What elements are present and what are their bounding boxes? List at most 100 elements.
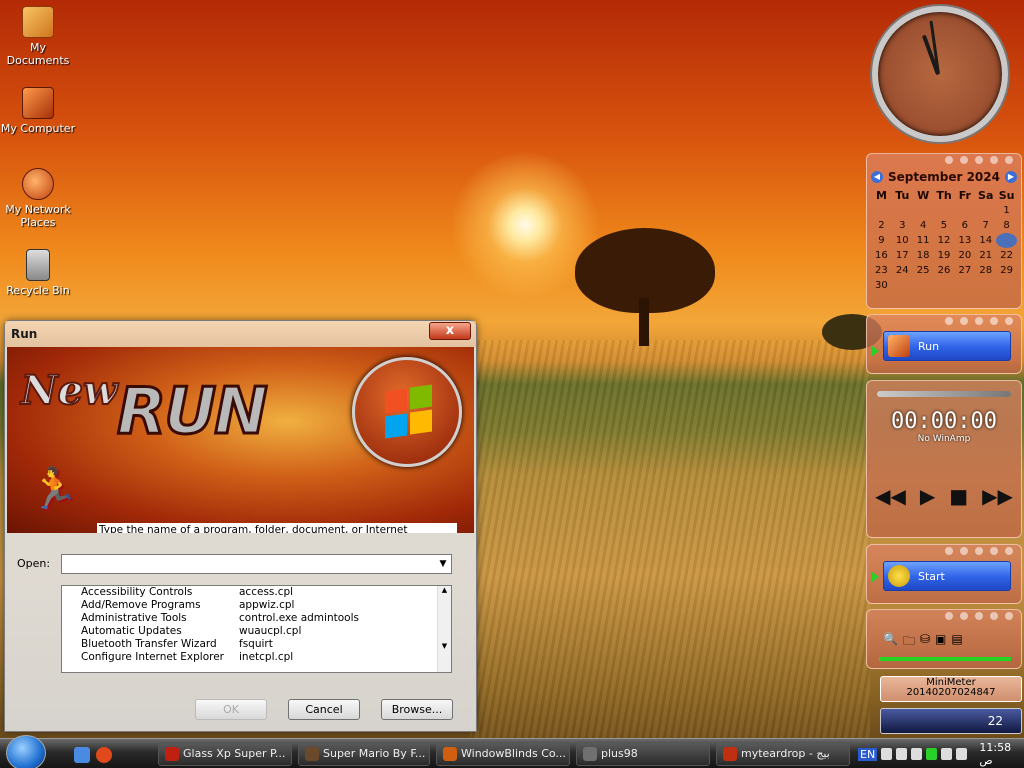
calendar-day[interactable]: 4 (913, 218, 934, 233)
list-item-name: Add/Remove Programs (81, 599, 201, 611)
taskbar-button[interactable]: Super Mario By F... (298, 742, 430, 766)
volume-icon[interactable] (956, 748, 968, 760)
calendar-day[interactable]: 30 (871, 278, 892, 293)
tray-icon[interactable] (941, 748, 953, 760)
calendar-day[interactable]: 5 (934, 218, 955, 233)
language-indicator[interactable]: EN (858, 747, 878, 761)
start-button[interactable] (6, 735, 46, 768)
calendar-day[interactable]: 29 (996, 263, 1017, 278)
desktop-icon-my-network-places[interactable]: My Network Places (0, 168, 76, 229)
calendar-day[interactable]: 24 (892, 263, 913, 278)
fast-forward-icon[interactable]: ▶▶ (982, 484, 1013, 508)
weekday-header: Fr (958, 189, 971, 202)
list-item[interactable]: Accessibility Controls access.cpl (62, 586, 451, 599)
start-launcher-button[interactable]: Start (883, 561, 1011, 591)
weekday-header: Tu (895, 189, 910, 202)
show-desktop-icon[interactable] (74, 747, 90, 763)
desktop-icon-my-computer[interactable]: My Computer (0, 87, 76, 135)
chevron-down-icon[interactable]: ▼ (435, 555, 451, 573)
browse-button[interactable]: Browse... (381, 699, 453, 720)
calendar-day[interactable]: 11 (913, 233, 934, 248)
list-item[interactable]: Administrative Tools control.exe admintoo… (62, 612, 451, 625)
calendar-day[interactable]: 22 (996, 248, 1017, 263)
command-list[interactable]: Accessibility Controls access.cpl Add/Remo… (61, 585, 452, 673)
open-label: Open: (17, 557, 51, 570)
calendar-day[interactable]: 14 (975, 233, 996, 248)
search-icon[interactable]: 🔍 (883, 632, 898, 653)
monitor-icon[interactable]: ▣ (935, 632, 946, 653)
calendar-day[interactable]: 28 (975, 263, 996, 278)
calendar-day[interactable]: 17 (892, 248, 913, 263)
list-item-command: access.cpl (239, 586, 294, 598)
calendar-day[interactable]: 18 (913, 248, 934, 263)
clock-time[interactable]: 11:58 ص (979, 741, 1024, 767)
calendar-day[interactable]: 13 (954, 233, 975, 248)
browser-icon[interactable] (96, 747, 112, 763)
network-icon[interactable]: ⛁ (920, 632, 930, 653)
calendar-day[interactable]: 3 (892, 218, 913, 233)
cancel-button[interactable]: Cancel (288, 699, 360, 720)
winamp-seek-bar[interactable] (877, 391, 1011, 397)
calendar-day[interactable]: 10 (892, 233, 913, 248)
list-item[interactable]: Automatic Updates wuaucpl.cpl (62, 625, 451, 638)
list-item[interactable]: Bluetooth Transfer Wizard fsquirt (62, 638, 451, 651)
desktop-icon-recycle-bin[interactable]: Recycle Bin (0, 249, 76, 297)
taskbar-button[interactable]: myteardrop - بيج (716, 742, 850, 766)
prev-month-icon[interactable]: ◀ (871, 171, 883, 183)
stop-icon[interactable]: ■ (949, 484, 968, 508)
calendar-day[interactable]: 1 (996, 203, 1017, 218)
list-item[interactable]: Configure Internet Explorer inetcpl.cpl (62, 651, 451, 664)
close-button[interactable]: x (429, 322, 471, 340)
taskbar-button[interactable]: WindowBlinds Co... (436, 742, 570, 766)
list-item[interactable]: Add/Remove Programs appwiz.cpl (62, 599, 451, 612)
list-item-name: Accessibility Controls (81, 586, 193, 598)
clock-gadget[interactable] (872, 6, 1008, 142)
gadget-toolbar[interactable] (867, 610, 1021, 622)
calendar-day[interactable]: 7 (975, 218, 996, 233)
run-dialog: Run x New RUN 🏃 Type the name of a progr… (4, 320, 477, 732)
calendar-empty-cell (954, 203, 975, 218)
tray-icon[interactable] (911, 748, 923, 760)
calendar-day[interactable]: 9 (871, 233, 892, 248)
mini-taskbar-time: 22 (987, 714, 1003, 728)
folder-icon[interactable]: 🗀 (903, 632, 915, 653)
app-icon (583, 747, 597, 761)
gadget-toolbar[interactable] (867, 545, 1021, 557)
calendar-day[interactable]: 12 (934, 233, 955, 248)
desktop-icon-my-documents[interactable]: My Documents (0, 6, 76, 67)
calendar-day[interactable]: 25 (913, 263, 934, 278)
vertical-scrollbar[interactable]: ▲ ▼ (437, 586, 451, 672)
list-item-name: Configure Internet Explorer (81, 651, 224, 663)
calendar-day[interactable]: 23 (871, 263, 892, 278)
taskbar-button[interactable]: Glass Xp Super P... (158, 742, 292, 766)
calendar-day[interactable]: 16 (871, 248, 892, 263)
calendar-day[interactable]: 2 (871, 218, 892, 233)
calendar-day[interactable]: 19 (934, 248, 955, 263)
weekday-header: Th (936, 189, 952, 202)
calendar-day[interactable]: 27 (954, 263, 975, 278)
tray-icon[interactable] (881, 748, 893, 760)
calendar-day[interactable]: 20 (954, 248, 975, 263)
open-combobox[interactable]: ▼ (61, 554, 452, 574)
computer-icon (22, 87, 54, 119)
calendar-empty-cell (934, 203, 955, 218)
calendar-day[interactable]: 6 (954, 218, 975, 233)
calendar-day[interactable]: 15 (996, 233, 1017, 248)
window-icon[interactable]: ▤ (951, 632, 962, 653)
ok-button[interactable]: OK (195, 699, 267, 720)
rewind-icon[interactable]: ◀◀ (875, 484, 906, 508)
calendar-day[interactable]: 8 (996, 218, 1017, 233)
list-item-name: Automatic Updates (81, 625, 182, 637)
gadget-toolbar[interactable] (867, 154, 1021, 166)
next-month-icon[interactable]: ▶ (1004, 171, 1017, 183)
list-item-command: appwiz.cpl (239, 599, 295, 611)
shield-icon[interactable] (926, 748, 938, 760)
calendar-day[interactable]: 21 (975, 248, 996, 263)
run-launcher-button[interactable]: Run (883, 331, 1011, 361)
calendar-empty-cell (892, 203, 913, 218)
gadget-toolbar[interactable] (867, 315, 1021, 327)
taskbar-button[interactable]: plus98 (576, 742, 710, 766)
calendar-day[interactable]: 26 (934, 263, 955, 278)
play-icon[interactable]: ▶ (920, 484, 935, 508)
tray-icon[interactable] (896, 748, 908, 760)
